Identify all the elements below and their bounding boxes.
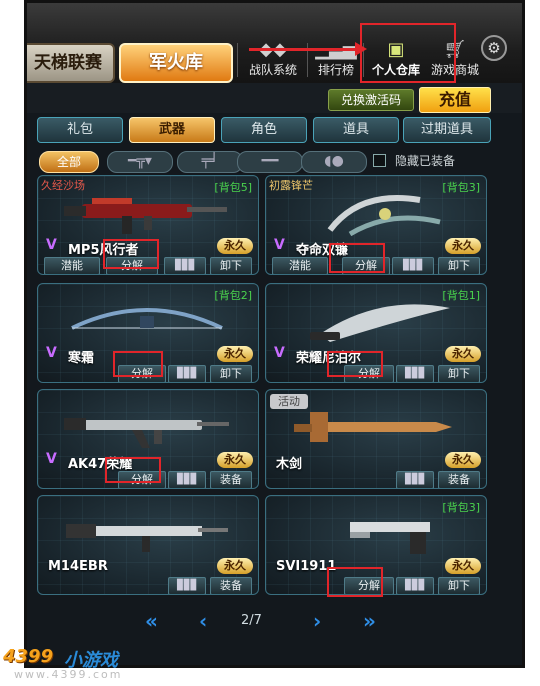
hide-equipped-checkbox[interactable] — [373, 154, 386, 167]
tab-gift[interactable]: 礼包 — [37, 117, 123, 143]
watermark-url: www.4399.com — [14, 668, 123, 681]
charge-button[interactable]: 充值 — [419, 87, 491, 113]
pistol-icon[interactable]: ╤╛ — [177, 151, 243, 173]
pagination: « ‹ 2/7 › » — [27, 609, 522, 639]
annotation-arrow — [249, 48, 359, 51]
stats-button[interactable]: ▊▊▊ — [396, 471, 434, 488]
card-pack: [背包1] — [442, 289, 480, 302]
permanent-badge: 永久 — [217, 238, 253, 254]
weapon-image — [66, 524, 228, 552]
melee-icon[interactable]: ━━ — [237, 151, 303, 173]
stats-button[interactable]: ▊▊▊ — [168, 471, 206, 488]
v-rank-icon: V — [46, 237, 57, 253]
annotation-box — [327, 351, 383, 377]
annotation-box-warehouse — [360, 23, 456, 83]
stats-button[interactable]: ▊▊▊ — [168, 577, 206, 594]
card-pack: [背包5] — [214, 181, 252, 194]
stats-button[interactable]: ▊▊▊ — [164, 257, 206, 274]
game-window: 天梯联赛 军火库 ◆◆ 战队系统 ▁▃▅ 排行榜 ▣ 个人仓库 🛒︎ 游戏商城 … — [24, 0, 525, 668]
arsenal-button[interactable]: 军火库 — [119, 43, 233, 83]
weapon-image — [64, 418, 229, 448]
nav-team-label: 战队系统 — [248, 63, 297, 77]
v-rank-icon: V — [274, 237, 285, 253]
tab-expired[interactable]: 过期道具 — [403, 117, 491, 143]
stats-button[interactable]: ▊▊▊ — [396, 577, 434, 594]
annotation-box — [103, 239, 159, 269]
weapon-image — [350, 522, 430, 554]
card-tag: 久经沙场 — [41, 179, 85, 192]
nav-team[interactable]: ◆◆ 战队系统 — [243, 39, 303, 81]
gear-icon[interactable]: ⚙ — [481, 35, 507, 61]
annotation-box — [113, 351, 163, 377]
nav-rank-label: 排行榜 — [317, 63, 354, 77]
permanent-badge: 永久 — [445, 558, 481, 574]
v-rank-icon: V — [274, 345, 285, 361]
weapon-card[interactable]: M14EBR 永久 ▊▊▊ 装备 — [37, 495, 259, 595]
equip-button[interactable]: 装备 — [210, 471, 252, 488]
unequip-button[interactable]: 卸下 — [438, 365, 480, 382]
permanent-badge: 永久 — [217, 558, 253, 574]
card-name: M14EBR — [48, 559, 108, 574]
v-rank-icon: V — [46, 451, 57, 467]
annotation-box — [329, 243, 385, 273]
card-name: 寒霜 — [68, 351, 95, 366]
page-indicator: 2/7 — [241, 613, 262, 628]
stats-button[interactable]: ▊▊▊ — [396, 365, 434, 382]
weapon-card[interactable]: 活动 木剑 永久 ▊▊▊ 装备 — [265, 389, 487, 489]
tab-items[interactable]: 道具 — [313, 117, 399, 143]
divider — [237, 43, 238, 77]
next-page-button[interactable]: › — [313, 609, 321, 633]
last-page-button[interactable]: » — [363, 609, 376, 633]
filter-all[interactable]: 全部 — [39, 151, 99, 173]
card-name: 木剑 — [276, 457, 303, 472]
unequip-button[interactable]: 卸下 — [438, 577, 480, 594]
weapon-image — [327, 195, 441, 236]
potential-button[interactable]: 潜能 — [272, 257, 328, 274]
stats-button[interactable]: ▊▊▊ — [392, 257, 434, 274]
permanent-badge: 永久 — [217, 452, 253, 468]
permanent-badge: 永久 — [445, 238, 481, 254]
v-rank-icon: V — [46, 345, 57, 361]
tab-character[interactable]: 角色 — [221, 117, 307, 143]
annotation-box — [105, 457, 161, 483]
equip-button[interactable]: 装备 — [438, 471, 480, 488]
rifle-icon[interactable]: ━╦▾ — [107, 151, 173, 173]
hide-equipped-label: 隐藏已装备 — [395, 154, 456, 168]
unequip-button[interactable]: 卸下 — [210, 365, 252, 382]
weapon-image — [64, 198, 227, 234]
tab-weapons[interactable]: 武器 — [129, 117, 215, 143]
ladder-league-button[interactable]: 天梯联赛 — [27, 43, 115, 83]
weapon-image — [310, 304, 450, 342]
nav-rank[interactable]: ▁▃▅ 排行榜 — [311, 39, 361, 81]
weapon-image — [71, 308, 223, 330]
unequip-button[interactable]: 卸下 — [438, 257, 480, 274]
unequip-button[interactable]: 卸下 — [210, 257, 252, 274]
equip-button[interactable]: 装备 — [210, 577, 252, 594]
redeem-code-button[interactable]: 兑换激活码 — [328, 89, 414, 111]
stats-button[interactable]: ▊▊▊ — [168, 365, 206, 382]
event-badge: 活动 — [270, 394, 308, 409]
permanent-badge: 永久 — [217, 346, 253, 362]
card-pack: [背包3] — [442, 501, 480, 514]
permanent-badge: 永久 — [445, 346, 481, 362]
permanent-badge: 永久 — [445, 452, 481, 468]
card-tag: 初露锋芒 — [269, 179, 313, 192]
watermark-logo: 4399 — [3, 646, 54, 667]
prev-page-button[interactable]: ‹ — [199, 609, 207, 633]
annotation-box — [327, 567, 383, 597]
grenade-icon[interactable]: ◖● — [301, 151, 367, 173]
weapon-image — [294, 412, 452, 442]
potential-button[interactable]: 潜能 — [44, 257, 100, 274]
first-page-button[interactable]: « — [145, 609, 158, 633]
card-pack: [背包3] — [442, 181, 480, 194]
card-pack: [背包2] — [214, 289, 252, 302]
